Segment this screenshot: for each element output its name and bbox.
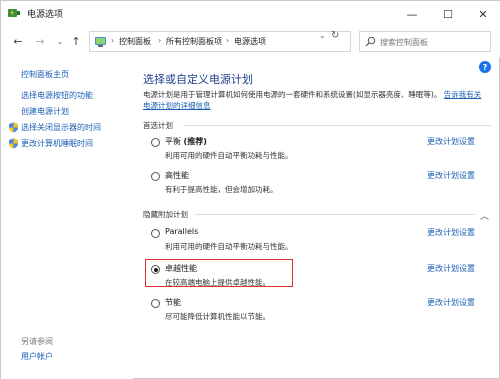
window-title: 电源选项 <box>27 10 64 20</box>
change-plan-settings-link[interactable]: 更改计划设置 <box>427 136 475 147</box>
minimize-button[interactable]: — <box>394 1 430 27</box>
back-button[interactable]: ← <box>9 32 27 50</box>
address-bar: ← → ⌄ ↑ › 控制面板 › 所有控制面板项 › 电源选项 ⌄ ↻ 搜索控制… <box>1 27 500 57</box>
preferred-plans-label: 首选计划 <box>143 121 173 130</box>
plan-description: 利用可用的硬件自动平衡功耗与性能。 <box>165 151 293 160</box>
change-plan-settings-link[interactable]: 更改计划设置 <box>427 227 475 238</box>
sidebar-item-display-off[interactable]: 选择关闭显示器的时间 <box>21 122 101 133</box>
breadcrumb-separator: › <box>158 36 162 45</box>
sidebar-item-sleep-time[interactable]: 更改计算机睡眠时间 <box>21 138 93 149</box>
plan-parallels-radio[interactable] <box>151 229 160 238</box>
sidebar-item-user-accounts[interactable]: 用户帐户 <box>21 351 53 362</box>
help-icon[interactable]: ? <box>479 61 491 73</box>
page-description: 电源计划是用于管理计算机如何使用电源的一套硬件和系统设置(如显示器亮度、睡眠等)… <box>143 89 488 111</box>
highlight-annotation <box>145 259 293 287</box>
up-button[interactable]: ↑ <box>67 32 85 50</box>
search-input[interactable]: 搜索控制面板 <box>359 31 491 52</box>
plan-power-saver[interactable]: 节能 尽可能降低计算机性能以节能。 更改计划设置 <box>151 297 491 325</box>
plan-power-saver-radio[interactable] <box>151 299 160 308</box>
divider <box>183 125 491 126</box>
power-options-window: 电源选项 — ☐ ✕ ← → ⌄ ↑ › 控制面板 › 所有控制面板项 › 电源… <box>0 0 500 379</box>
sidebar: 控制面板主页 选择电源按钮的功能 创建电源计划 选择关闭显示器的时间 更改计算机… <box>1 59 133 379</box>
close-button[interactable]: ✕ <box>465 1 500 27</box>
hidden-plans-label[interactable]: 隐藏附加计划 <box>143 209 188 220</box>
plan-name: Parallels <box>165 227 199 236</box>
plan-parallels[interactable]: Parallels 利用可用的硬件自动平衡功耗与性能。 更改计划设置 <box>151 227 491 255</box>
change-plan-settings-link[interactable]: 更改计划设置 <box>427 263 475 274</box>
breadcrumb-all-items[interactable]: 所有控制面板项 <box>166 36 222 47</box>
shield-icon <box>9 138 18 149</box>
description-text: 电源计划是用于管理计算机如何使用电源的一套硬件和系统设置(如显示器亮度、睡眠等)… <box>143 90 442 99</box>
control-panel-icon <box>95 37 106 47</box>
see-also-label: 另请参阅 <box>21 337 53 346</box>
plan-balanced-radio[interactable] <box>151 138 160 147</box>
plan-high-performance-radio[interactable] <box>151 172 160 181</box>
plan-description: 尽可能降低计算机性能以节能。 <box>165 312 270 321</box>
address-dropdown-icon[interactable]: ⌄ <box>319 31 326 40</box>
breadcrumb-control-panel[interactable]: 控制面板 <box>119 36 151 47</box>
breadcrumb-separator: › <box>226 36 230 45</box>
plan-high-performance[interactable]: 高性能 有利于提高性能，但会增加功耗。 更改计划设置 <box>151 170 491 198</box>
page-title: 选择或自定义电源计划 <box>143 73 253 86</box>
plan-description: 有利于提高性能，但会增加功耗。 <box>165 185 278 194</box>
title-bar: 电源选项 — ☐ ✕ <box>1 1 500 27</box>
chevron-up-icon[interactable]: ︿ <box>480 209 489 222</box>
refresh-button[interactable]: ↻ <box>331 30 339 41</box>
search-placeholder: 搜索控制面板 <box>380 38 428 47</box>
power-options-icon <box>8 9 20 17</box>
sidebar-item-create-plan[interactable]: 创建电源计划 <box>21 106 69 117</box>
plan-name: 平衡 (推荐) <box>165 137 207 146</box>
maximize-button[interactable]: ☐ <box>430 1 466 27</box>
search-icon <box>365 36 376 47</box>
breadcrumb-power-options[interactable]: 电源选项 <box>234 36 266 47</box>
plan-balanced[interactable]: 平衡 (推荐) 利用可用的硬件自动平衡功耗与性能。 更改计划设置 <box>151 136 491 164</box>
change-plan-settings-link[interactable]: 更改计划设置 <box>427 170 475 181</box>
change-plan-settings-link[interactable]: 更改计划设置 <box>427 297 475 308</box>
plan-description: 利用可用的硬件自动平衡功耗与性能。 <box>165 242 293 251</box>
plan-name: 高性能 <box>165 171 189 180</box>
shield-icon <box>9 122 18 133</box>
divider <box>195 214 475 215</box>
breadcrumb[interactable]: › 控制面板 › 所有控制面板项 › 电源选项 <box>89 31 351 52</box>
sidebar-item-home[interactable]: 控制面板主页 <box>21 69 69 80</box>
forward-button[interactable]: → <box>31 32 49 50</box>
plan-name: 节能 <box>165 298 181 307</box>
sidebar-item-power-button[interactable]: 选择电源按钮的功能 <box>21 90 93 101</box>
breadcrumb-separator: › <box>111 36 115 45</box>
main-content: ? 选择或自定义电源计划 电源计划是用于管理计算机如何使用电源的一套硬件和系统设… <box>133 59 500 379</box>
